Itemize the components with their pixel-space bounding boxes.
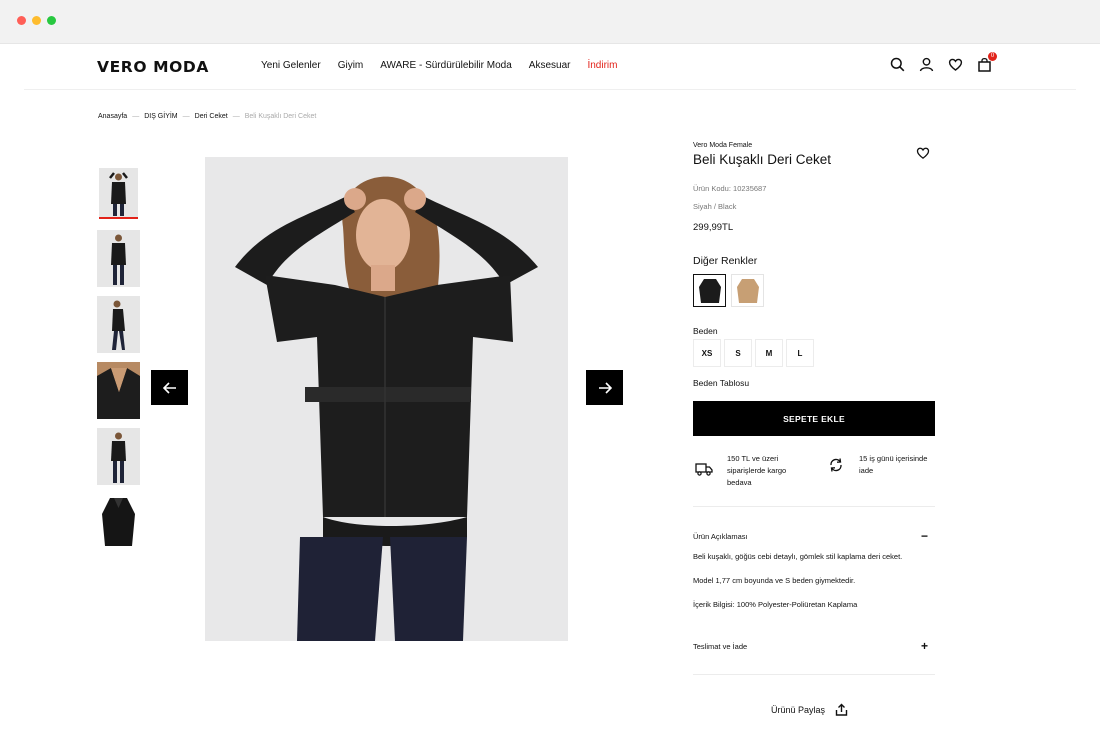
section-divider bbox=[693, 674, 935, 675]
wishlist-heart-icon[interactable] bbox=[916, 146, 930, 160]
breadcrumb-outerwear[interactable]: DIŞ GİYİM bbox=[144, 113, 177, 120]
product-price: 299,99TL bbox=[693, 222, 734, 233]
account-icon[interactable] bbox=[919, 57, 934, 72]
description-accordion-header[interactable]: Ürün Açıklaması − bbox=[693, 529, 928, 543]
main-nav: Yeni Gelenler Giyim AWARE - Sürdürülebil… bbox=[261, 60, 617, 71]
description-line-3: İçerik Bilgisi: 100% Polyester-Poliüreta… bbox=[693, 600, 858, 609]
other-colors-label: Diğer Renkler bbox=[693, 255, 758, 267]
share-icon bbox=[835, 703, 848, 716]
main-product-image[interactable] bbox=[205, 157, 568, 641]
product-info: Vero Moda Female Beli Kuşaklı Deri Ceket… bbox=[693, 142, 935, 716]
nav-accessories[interactable]: Aksesuar bbox=[529, 60, 571, 71]
color-swatches bbox=[693, 274, 764, 307]
product-title: Beli Kuşaklı Deri Ceket bbox=[693, 152, 832, 167]
thumbnail-1[interactable] bbox=[99, 168, 138, 219]
delivery-title: Teslimat ve İade bbox=[693, 642, 748, 651]
browser-chrome bbox=[0, 0, 1100, 44]
breadcrumb-separator: — bbox=[132, 113, 140, 120]
arrow-left-icon bbox=[162, 381, 176, 394]
cart-count-badge: 0 bbox=[988, 52, 997, 61]
header-actions: 0 bbox=[890, 52, 997, 72]
brand-logo[interactable]: VERO MODA bbox=[97, 58, 209, 76]
description-title: Ürün Açıklaması bbox=[693, 532, 748, 541]
breadcrumb-current: Beli Kuşaklı Deri Ceket bbox=[244, 113, 317, 120]
thumbnail-2[interactable] bbox=[97, 230, 140, 287]
thumbnail-4[interactable] bbox=[97, 362, 140, 419]
maximize-window-dot[interactable] bbox=[47, 16, 56, 25]
heart-icon[interactable] bbox=[948, 57, 963, 72]
size-label: Beden bbox=[693, 326, 718, 336]
plus-icon: + bbox=[920, 639, 928, 653]
swatch-camel[interactable] bbox=[731, 274, 764, 307]
prev-image-button[interactable] bbox=[151, 370, 188, 405]
nav-clothing[interactable]: Giyim bbox=[338, 60, 364, 71]
returns-info: 15 iş günü içerisinde iade bbox=[859, 454, 928, 475]
size-m[interactable]: M bbox=[755, 339, 783, 367]
truck-icon bbox=[695, 462, 713, 481]
site-header: VERO MODA Yeni Gelenler Giyim AWARE - Sü… bbox=[24, 44, 1076, 90]
thumbnail-5[interactable] bbox=[97, 428, 140, 485]
description-line-2: Model 1,77 cm boyunda ve S beden giymekt… bbox=[693, 576, 856, 585]
size-l[interactable]: L bbox=[786, 339, 814, 367]
breadcrumb-separator: — bbox=[232, 113, 240, 120]
nav-new-arrivals[interactable]: Yeni Gelenler bbox=[261, 60, 321, 71]
next-image-button[interactable] bbox=[586, 370, 623, 405]
size-xs[interactable]: XS bbox=[693, 339, 721, 367]
breadcrumb-home[interactable]: Anasayfa bbox=[98, 113, 127, 120]
swatch-black[interactable] bbox=[693, 274, 726, 307]
size-options: XS S M L bbox=[693, 339, 814, 367]
breadcrumb-separator: — bbox=[182, 113, 190, 120]
product-color: Siyah / Black bbox=[693, 202, 737, 211]
nav-sale[interactable]: İndirim bbox=[587, 60, 617, 71]
shipping-info: 150 TL ve üzeri siparişlerde kargo bedav… bbox=[727, 454, 787, 487]
breadcrumb: Anasayfa — DIŞ GİYİM — Deri Ceket — Beli… bbox=[98, 113, 316, 120]
search-icon[interactable] bbox=[890, 57, 905, 72]
thumbnail-6[interactable] bbox=[97, 494, 140, 551]
thumbnail-3[interactable] bbox=[97, 296, 140, 353]
product-brand: Vero Moda Female bbox=[693, 142, 753, 149]
bag-icon[interactable]: 0 bbox=[977, 52, 997, 72]
minimize-window-dot[interactable] bbox=[32, 16, 41, 25]
breadcrumb-leather-jacket[interactable]: Deri Ceket bbox=[195, 113, 228, 120]
close-window-dot[interactable] bbox=[17, 16, 26, 25]
nav-aware[interactable]: AWARE - Sürdürülebilir Moda bbox=[380, 60, 512, 71]
share-product-button[interactable]: Ürünü Paylaş bbox=[771, 703, 848, 716]
description-line-1: Beli kuşaklı, göğüs cebi detaylı, gömlek… bbox=[693, 552, 903, 561]
size-s[interactable]: S bbox=[724, 339, 752, 367]
add-to-cart-button[interactable]: SEPETE EKLE bbox=[693, 401, 935, 436]
arrow-right-icon bbox=[598, 381, 612, 394]
return-icon bbox=[828, 457, 844, 478]
delivery-accordion-header[interactable]: Teslimat ve İade + bbox=[693, 639, 928, 653]
size-chart-link[interactable]: Beden Tablosu bbox=[693, 378, 749, 388]
section-divider bbox=[693, 506, 935, 507]
share-label: Ürünü Paylaş bbox=[771, 704, 826, 715]
minus-icon: − bbox=[920, 529, 928, 543]
product-code: Ürün Kodu: 10235687 bbox=[693, 184, 767, 193]
